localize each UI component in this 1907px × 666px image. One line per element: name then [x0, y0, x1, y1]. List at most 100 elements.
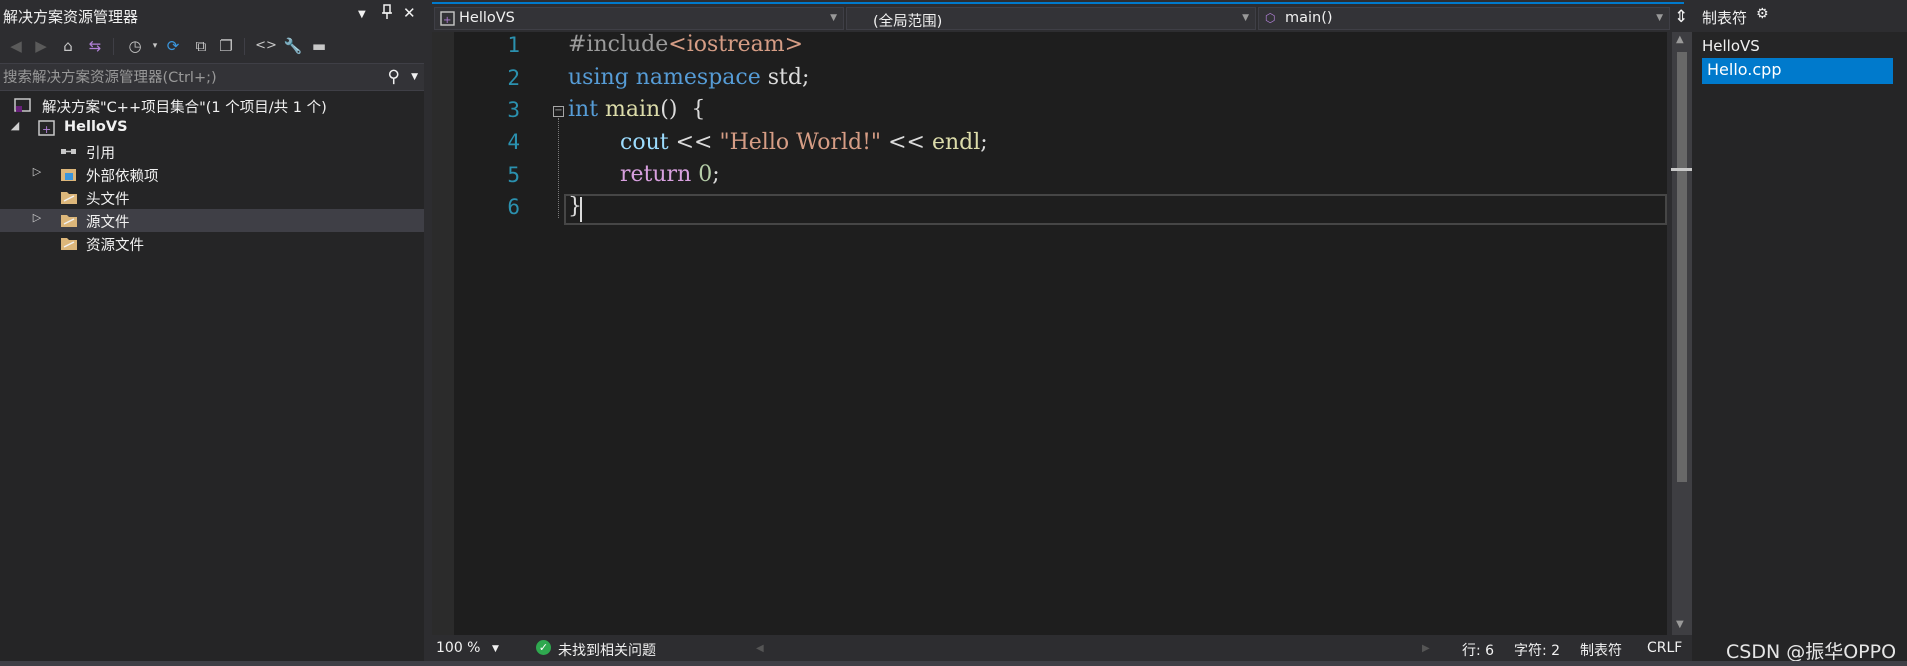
code-token: std;	[767, 65, 810, 90]
column-indicator[interactable]: 字符: 2	[1514, 640, 1560, 660]
right-panel-project[interactable]: HelloVS	[1702, 37, 1760, 55]
tree-item-project[interactable]: ◢ + HelloVS	[0, 117, 424, 140]
folder-icon	[60, 189, 78, 206]
show-all-files-icon[interactable]: ❐	[215, 35, 237, 57]
properties-wrench-icon[interactable]: 🔧	[282, 35, 304, 57]
tree-item-external-dependencies[interactable]: ▷ 外部依赖项	[0, 163, 424, 186]
solution-explorer-search[interactable]: ⚲ ▼	[0, 63, 424, 91]
tree-item-resource-files[interactable]: 资源文件	[0, 232, 424, 255]
chevron-down-icon: ▼	[1656, 13, 1663, 23]
right-panel-title: 制表符	[1702, 9, 1748, 27]
member-dropdown-value: main()	[1285, 10, 1333, 26]
code-token: "Hello World!"	[719, 130, 882, 155]
references-icon	[60, 143, 78, 160]
solution-label: 解决方案"C++项目集合"(1 个项目/共 1 个)	[42, 100, 327, 116]
code-line-2: using namespace std;	[568, 65, 809, 90]
project-dropdown[interactable]: + HelloVS ▼	[434, 7, 844, 30]
tree-item-solution[interactable]: 解决方案"C++项目集合"(1 个项目/共 1 个)	[0, 94, 424, 117]
scroll-up-icon[interactable]: ▲	[1676, 34, 1684, 45]
code-token: ;	[980, 130, 988, 155]
pin-icon[interactable]	[381, 4, 393, 24]
code-token: 0	[698, 162, 713, 187]
tree-item-header-files[interactable]: 头文件	[0, 186, 424, 209]
method-icon: ⬡	[1265, 11, 1276, 25]
code-token: <<	[888, 130, 925, 155]
code-token: ;	[712, 162, 720, 187]
cpp-project-icon: +	[440, 11, 455, 26]
back-icon[interactable]: ◀	[5, 35, 27, 57]
project-label: HelloVS	[64, 119, 128, 135]
collapse-all-icon[interactable]: ⧉	[190, 35, 212, 57]
scroll-left-icon[interactable]: ◀	[756, 643, 764, 654]
check-circle-icon: ✓	[536, 640, 551, 655]
code-token: int	[568, 97, 599, 122]
toolbar-divider	[113, 38, 114, 55]
line-indicator[interactable]: 行: 6	[1462, 640, 1494, 660]
member-dropdown[interactable]: ⬡ main() ▼	[1258, 7, 1670, 30]
chevron-down-icon[interactable]: ▼	[492, 644, 499, 654]
code-token: using	[568, 65, 629, 90]
code-token: endl	[931, 130, 981, 155]
code-line-5: return 0;	[620, 162, 720, 187]
tree-item-references[interactable]: 引用	[0, 140, 424, 163]
collapse-icon[interactable]: ◢	[8, 119, 22, 132]
solution-icon	[14, 97, 32, 114]
issues-status[interactable]: 未找到相关问题	[558, 640, 656, 660]
right-panel-file-label: Hello.cpp	[1707, 60, 1782, 79]
editor-navigation-bar: + HelloVS ▼ (全局范围) ▼ ⬡ main() ▼ ⇕	[432, 2, 1688, 32]
line-number: 2	[507, 66, 520, 90]
search-input[interactable]	[3, 67, 383, 88]
forward-icon[interactable]: ▶	[30, 35, 52, 57]
code-editor[interactable]	[432, 32, 1667, 635]
split-editor-icon[interactable]: ⇕	[1674, 7, 1688, 27]
zoom-level[interactable]: 100 %	[436, 640, 480, 656]
external-deps-icon	[60, 166, 78, 183]
line-ending[interactable]: CRLF	[1647, 640, 1682, 656]
text-caret	[580, 197, 582, 222]
home-icon[interactable]: ⌂	[57, 35, 79, 57]
tree-item-source-files[interactable]: ▷ 源文件	[0, 209, 424, 232]
switch-views-icon[interactable]: ⇆	[84, 35, 106, 57]
references-label: 引用	[86, 146, 115, 162]
folder-icon	[60, 212, 78, 229]
right-tool-window-header: 制表符 ⚙	[1692, 0, 1907, 32]
code-token: main	[605, 97, 661, 122]
code-token: <iostream>	[668, 32, 804, 57]
search-options-dropdown-icon[interactable]: ▼	[411, 72, 418, 82]
scroll-down-icon[interactable]: ▼	[1676, 619, 1684, 630]
close-icon[interactable]: ✕	[403, 4, 416, 22]
expand-icon[interactable]: ▷	[30, 165, 44, 178]
preview-selected-items-icon[interactable]: ▬	[308, 35, 330, 57]
sync-refresh-icon[interactable]: ⟳	[162, 35, 184, 57]
window-position-dropdown-icon[interactable]: ▼	[358, 9, 366, 20]
cpp-project-icon: +	[38, 120, 56, 137]
scroll-right-icon[interactable]: ▶	[1422, 643, 1430, 654]
svg-text:+: +	[42, 123, 51, 136]
chevron-down-icon: ▼	[1242, 13, 1249, 23]
external-deps-label: 外部依赖项	[86, 169, 159, 185]
expand-icon[interactable]: ▷	[30, 211, 44, 224]
code-line-4: cout << "Hello World!" << endl;	[620, 130, 988, 155]
editor-indicator-margin	[432, 32, 454, 635]
line-number: 5	[507, 163, 520, 187]
pending-changes-filter-icon[interactable]: ◷	[124, 35, 146, 57]
indent-mode[interactable]: 制表符	[1580, 640, 1622, 660]
bottom-border	[0, 661, 1907, 666]
line-number: 4	[507, 130, 520, 154]
code-line-3: int main() {	[568, 97, 705, 122]
collapse-block-icon[interactable]: −	[553, 106, 564, 117]
line-number: 6	[507, 195, 520, 219]
code-token: () {	[660, 97, 706, 122]
code-line-1: #include<iostream>	[568, 32, 803, 57]
gear-icon[interactable]: ⚙	[1756, 6, 1769, 22]
code-token: return	[620, 162, 692, 187]
solution-explorer-toolbar: ◀ ▶ ⌂ ⇆ ◷ ▾ ⟳ ⧉ ❐ <> 🔧 ▬	[0, 30, 424, 63]
scrollbar-thumb[interactable]	[1677, 52, 1687, 482]
editor-status-bar: 100 % ▼ ✓ 未找到相关问题 ◀ ▶ 行: 6 字符: 2 制表符 CRL…	[432, 635, 1692, 663]
folder-icon	[60, 235, 78, 252]
scope-dropdown[interactable]: (全局范围) ▼	[846, 7, 1256, 30]
resource-files-label: 资源文件	[86, 238, 144, 254]
view-code-icon[interactable]: <>	[255, 35, 277, 57]
scope-dropdown-value: (全局范围)	[873, 14, 943, 30]
search-icon[interactable]: ⚲	[388, 67, 400, 87]
